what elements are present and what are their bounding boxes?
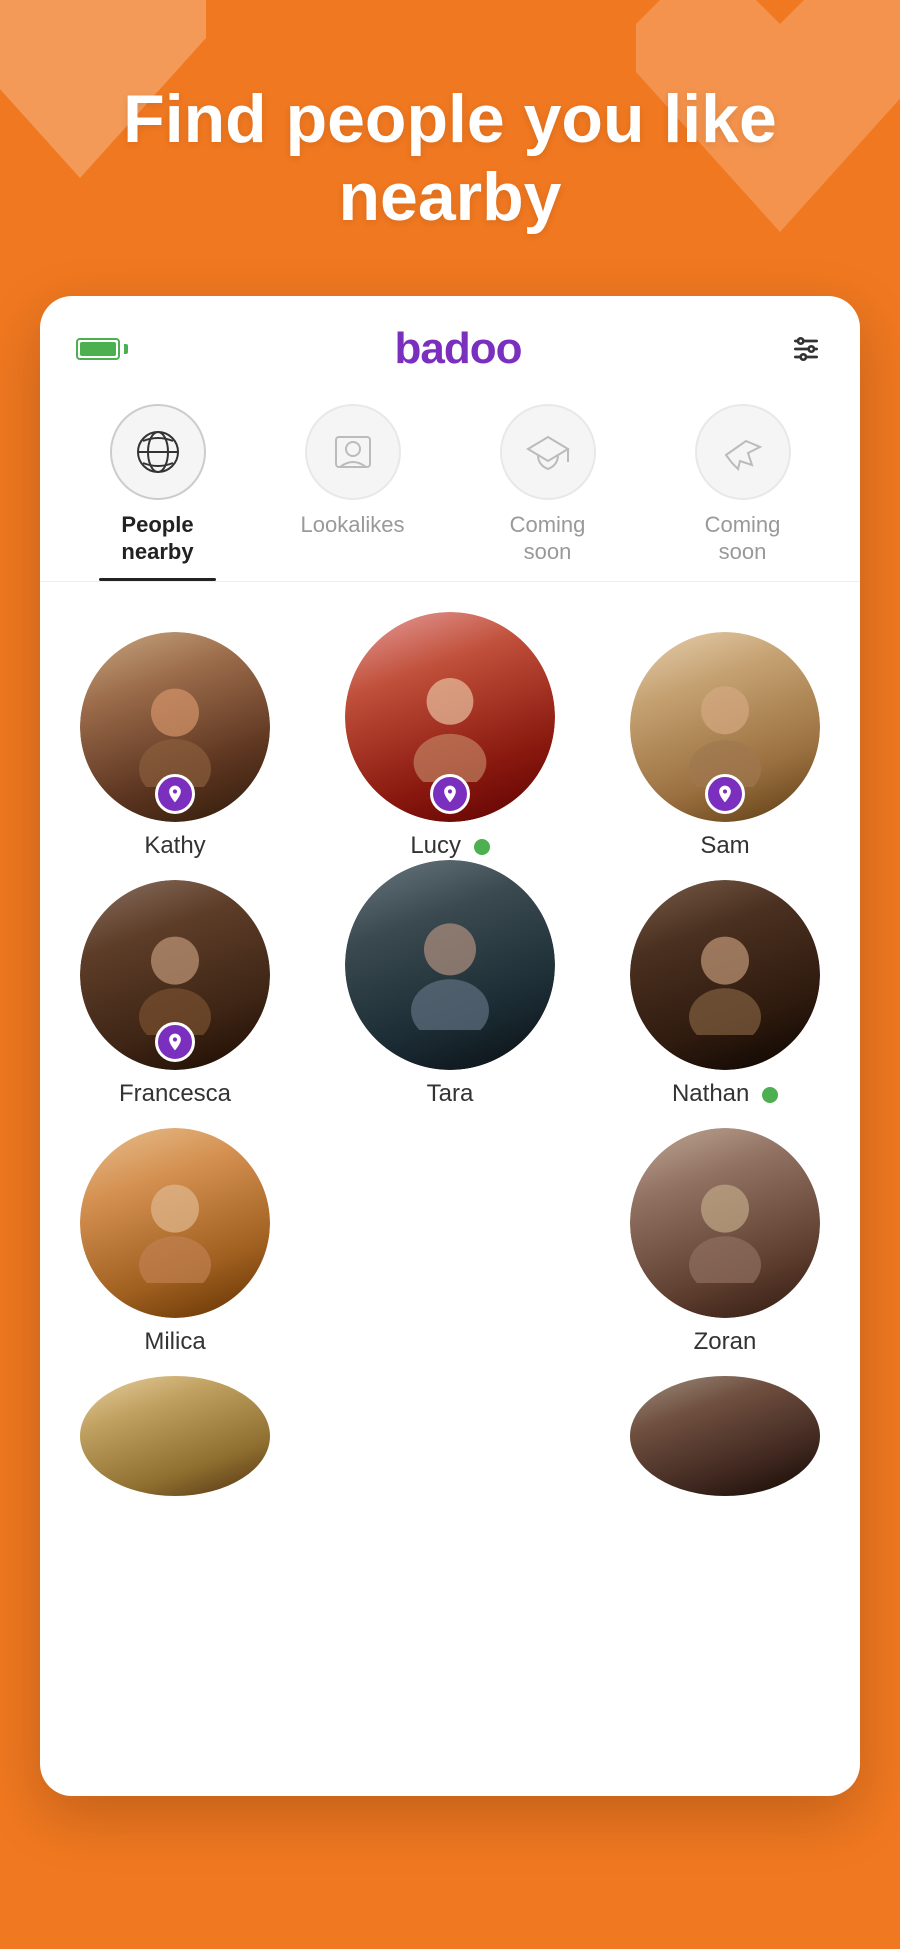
tara-name: Nathan [672,1080,778,1108]
lucy-online-dot [474,839,490,855]
tab-coming-soon-2[interactable]: Comingsoon [645,404,840,581]
person-tara[interactable]: Nathan [630,880,820,1108]
person-lucy[interactable]: Lucy [345,612,555,860]
person-sam[interactable]: Sam [630,632,820,860]
hero-title: Find people you like nearby [60,80,840,236]
tara-online-dot [762,1087,778,1103]
filter-button[interactable] [788,331,824,367]
tab-lookalikes-icon [305,404,401,500]
people-section: Kathy [40,582,860,1516]
francesca-name: Francesca [119,1080,231,1108]
tab-graduation-icon [500,404,596,500]
nathan-name: Tara [427,1080,474,1108]
lucy-name: Lucy [410,832,489,860]
app-header: badoo [40,296,860,394]
person-zoran[interactable]: Zoran [630,1128,820,1356]
person-francesca[interactable]: Francesca [80,880,270,1108]
tab-lookalikes[interactable]: Lookalikes [255,404,450,581]
tab-people-nearby-label: Peoplenearby [121,512,193,565]
tab-lookalikes-label: Lookalikes [301,512,405,538]
tab-coming-soon-1-label: Comingsoon [510,512,586,565]
app-logo: badoo [395,324,522,374]
kathy-name: Kathy [144,832,205,860]
zoran-name: Zoran [694,1328,757,1356]
person-milica[interactable]: Milica [80,1128,270,1356]
milica-name: Milica [144,1328,205,1356]
tab-plane-icon [695,404,791,500]
battery-icon [76,338,128,360]
tab-coming-soon-1[interactable]: Comingsoon [450,404,645,581]
kathy-location-pin [155,774,195,814]
hero-section: Find people you like nearby [0,0,900,296]
tab-people-nearby[interactable]: Peoplenearby [60,404,255,581]
sam-location-pin [705,774,745,814]
person-kathy[interactable]: Kathy [80,632,270,860]
tab-coming-soon-2-label: Comingsoon [705,512,781,565]
sam-name: Sam [700,832,749,860]
person-nathan[interactable]: Tara [345,860,555,1108]
tabs-container: Peoplenearby Lookalikes [40,394,860,582]
tab-people-nearby-icon [110,404,206,500]
francesca-location-pin [155,1022,195,1062]
app-card: badoo People [40,296,860,1796]
lucy-location-pin [430,774,470,814]
